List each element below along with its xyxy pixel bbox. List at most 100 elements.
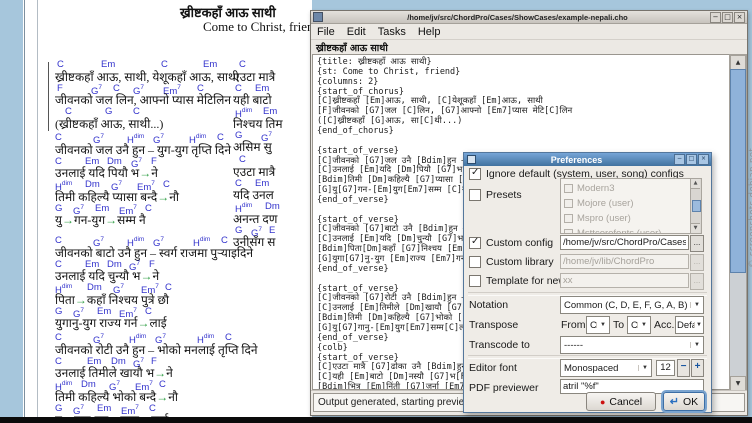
transcode-value: ------: [561, 340, 690, 351]
menu-tasks[interactable]: Tasks: [372, 26, 412, 38]
window-icon: [313, 12, 323, 22]
maximize-icon[interactable]: □: [686, 154, 697, 165]
font-size-decrease-button[interactable]: −: [677, 359, 690, 377]
bottom-screen-bar: [0, 417, 752, 423]
preset-item-label: Modern3: [577, 183, 615, 194]
scroll-down-icon[interactable]: ▼: [691, 223, 700, 233]
editor-font-label: Editor font: [469, 362, 517, 374]
chord: G: [235, 226, 242, 236]
presets-listbox[interactable]: ▲ ▼ Modern3 Mojore (user) Mspro (user) Mstt…: [560, 178, 702, 234]
menubar: File Edit Tasks Help: [311, 24, 747, 40]
pdf-previewer-label: PDF previewer: [469, 382, 538, 394]
presets-row: Presets: [469, 189, 522, 201]
chord: Dm: [265, 202, 280, 212]
custom-config-input[interactable]: [560, 235, 689, 250]
chord: C: [239, 155, 246, 165]
lyric-line: निश्चय तिम: [233, 118, 283, 130]
custom-config-checkbox[interactable]: ✓: [469, 237, 481, 249]
transcode-label: Transcode to: [469, 339, 530, 351]
cancel-icon: ●: [600, 397, 605, 407]
lyric-line: ख्रीष्टकहाँ आऊ, साथी, येशूकहाँ आऊ, साथी: [55, 71, 239, 83]
cancel-button-label: Cancel: [609, 396, 642, 408]
maximize-icon[interactable]: □: [722, 12, 733, 23]
tie-arrow: →: [140, 269, 152, 283]
transcode-select[interactable]: ------ ▼: [560, 336, 704, 354]
editor-line: {colb}: [317, 344, 348, 354]
custom-library-checkbox[interactable]: [469, 256, 481, 268]
chord: F: [151, 357, 157, 367]
tie-arrow: →: [157, 190, 169, 204]
menu-edit[interactable]: Edit: [341, 26, 372, 38]
notation-label: Notation: [469, 299, 508, 311]
song-body: CEmCEmख्रीष्टकहाँ आऊ, साथी, येशूकहाँ आऊ,…: [23, 0, 312, 417]
chevron-down-icon: ▼: [637, 322, 650, 328]
chord: C: [163, 180, 170, 190]
song-tab-row: ख्रीष्टकहाँ आऊ साथी: [311, 40, 747, 53]
preset-item-checkbox: [564, 229, 573, 235]
chord: C: [221, 236, 228, 246]
lyric-line: एउटा मात्रै: [233, 71, 275, 83]
scrollbar-thumb[interactable]: [730, 69, 746, 273]
ignore-default-checkbox[interactable]: ✓: [469, 168, 481, 180]
template-checkbox[interactable]: [469, 275, 481, 287]
song-tab[interactable]: ख्रीष्टकहाँ आऊ साथी: [316, 41, 388, 54]
scroll-up-icon[interactable]: ▲: [730, 55, 746, 70]
presets-scrollbar[interactable]: ▲ ▼: [690, 179, 701, 233]
minimize-icon[interactable]: −: [710, 12, 721, 23]
chord: Em: [95, 204, 109, 214]
editor-line: {columns: 2}: [317, 78, 378, 88]
minimize-icon[interactable]: −: [674, 154, 685, 165]
font-size-increase-button[interactable]: +: [691, 359, 704, 377]
lyric-line: जीवनको जल उनै हुन – युग-युग तृप्ति दिने: [55, 144, 231, 156]
custom-config-row: ✓ Custom config: [469, 237, 553, 249]
custom-library-browse-button: ...: [690, 254, 704, 271]
chord: Dm: [87, 283, 102, 293]
lyric-line: जीवनको जल लिन, आफ्नो प्यास मेटिलिन: [55, 94, 231, 106]
preset-item-label: Msttcorefonts (user): [577, 228, 661, 235]
editor-titlebar[interactable]: /home/jv/src/ChordPro/Cases/ShowCases/ex…: [311, 11, 747, 24]
preset-item-checkbox: [564, 184, 573, 193]
editor-scrollbar[interactable]: ▲ ▼: [729, 54, 747, 392]
transpose-from-select[interactable]: C ▼: [586, 316, 610, 334]
ok-button[interactable]: ↵ OK: [663, 392, 705, 411]
transpose-acc-select[interactable]: Default ▼: [675, 316, 704, 334]
notation-select[interactable]: Common (C, D, E, F, G, A, B) ▼: [560, 296, 704, 314]
chevron-down-icon: ▼: [690, 342, 703, 348]
transpose-from-value: C: [587, 320, 596, 331]
preset-item-label: Mojore (user): [577, 198, 634, 209]
tie-arrow: →: [154, 366, 166, 380]
custom-library-row: Custom library: [469, 256, 554, 268]
transpose-to-select[interactable]: C ▼: [627, 316, 651, 334]
chevron-down-icon: ▼: [690, 302, 703, 308]
scrollbar-thumb[interactable]: [692, 200, 701, 212]
status-message: Output generated, starting previewer: [314, 397, 480, 408]
preferences-titlebar[interactable]: Preferences − □ ×: [464, 153, 711, 166]
close-icon[interactable]: ×: [734, 12, 745, 23]
chord: Dm: [85, 180, 100, 190]
chord: C: [55, 157, 62, 167]
tie-arrow: →: [139, 166, 151, 180]
menu-file[interactable]: File: [311, 26, 341, 38]
tie-arrow: →: [156, 390, 168, 404]
font-size-field[interactable]: 12: [656, 360, 675, 376]
editor-line: {end_of_chorus}: [317, 127, 394, 137]
editor-line: {start_of_verse}: [317, 147, 399, 157]
window-icon: [467, 155, 476, 164]
close-icon[interactable]: ×: [698, 154, 709, 165]
cancel-button[interactable]: ● Cancel: [586, 392, 656, 411]
chord: C: [225, 333, 232, 343]
lyric-line: अनन्त दण: [233, 213, 277, 225]
scroll-up-icon[interactable]: ▲: [691, 179, 700, 189]
presets-checkbox[interactable]: [469, 189, 481, 201]
chord: C: [149, 404, 156, 414]
custom-library-label: Custom library: [486, 256, 554, 268]
editor-font-select[interactable]: Monospaced ▼: [560, 359, 652, 377]
chord: C: [55, 260, 62, 270]
scroll-down-icon[interactable]: ▼: [730, 376, 746, 391]
chord: C: [161, 60, 168, 70]
menu-help[interactable]: Help: [412, 26, 447, 38]
chorus-indent-bar: [48, 62, 49, 131]
preset-item: Mspro (user): [564, 211, 631, 225]
custom-config-browse-button[interactable]: ...: [690, 235, 704, 252]
chord: Dm: [111, 357, 126, 367]
